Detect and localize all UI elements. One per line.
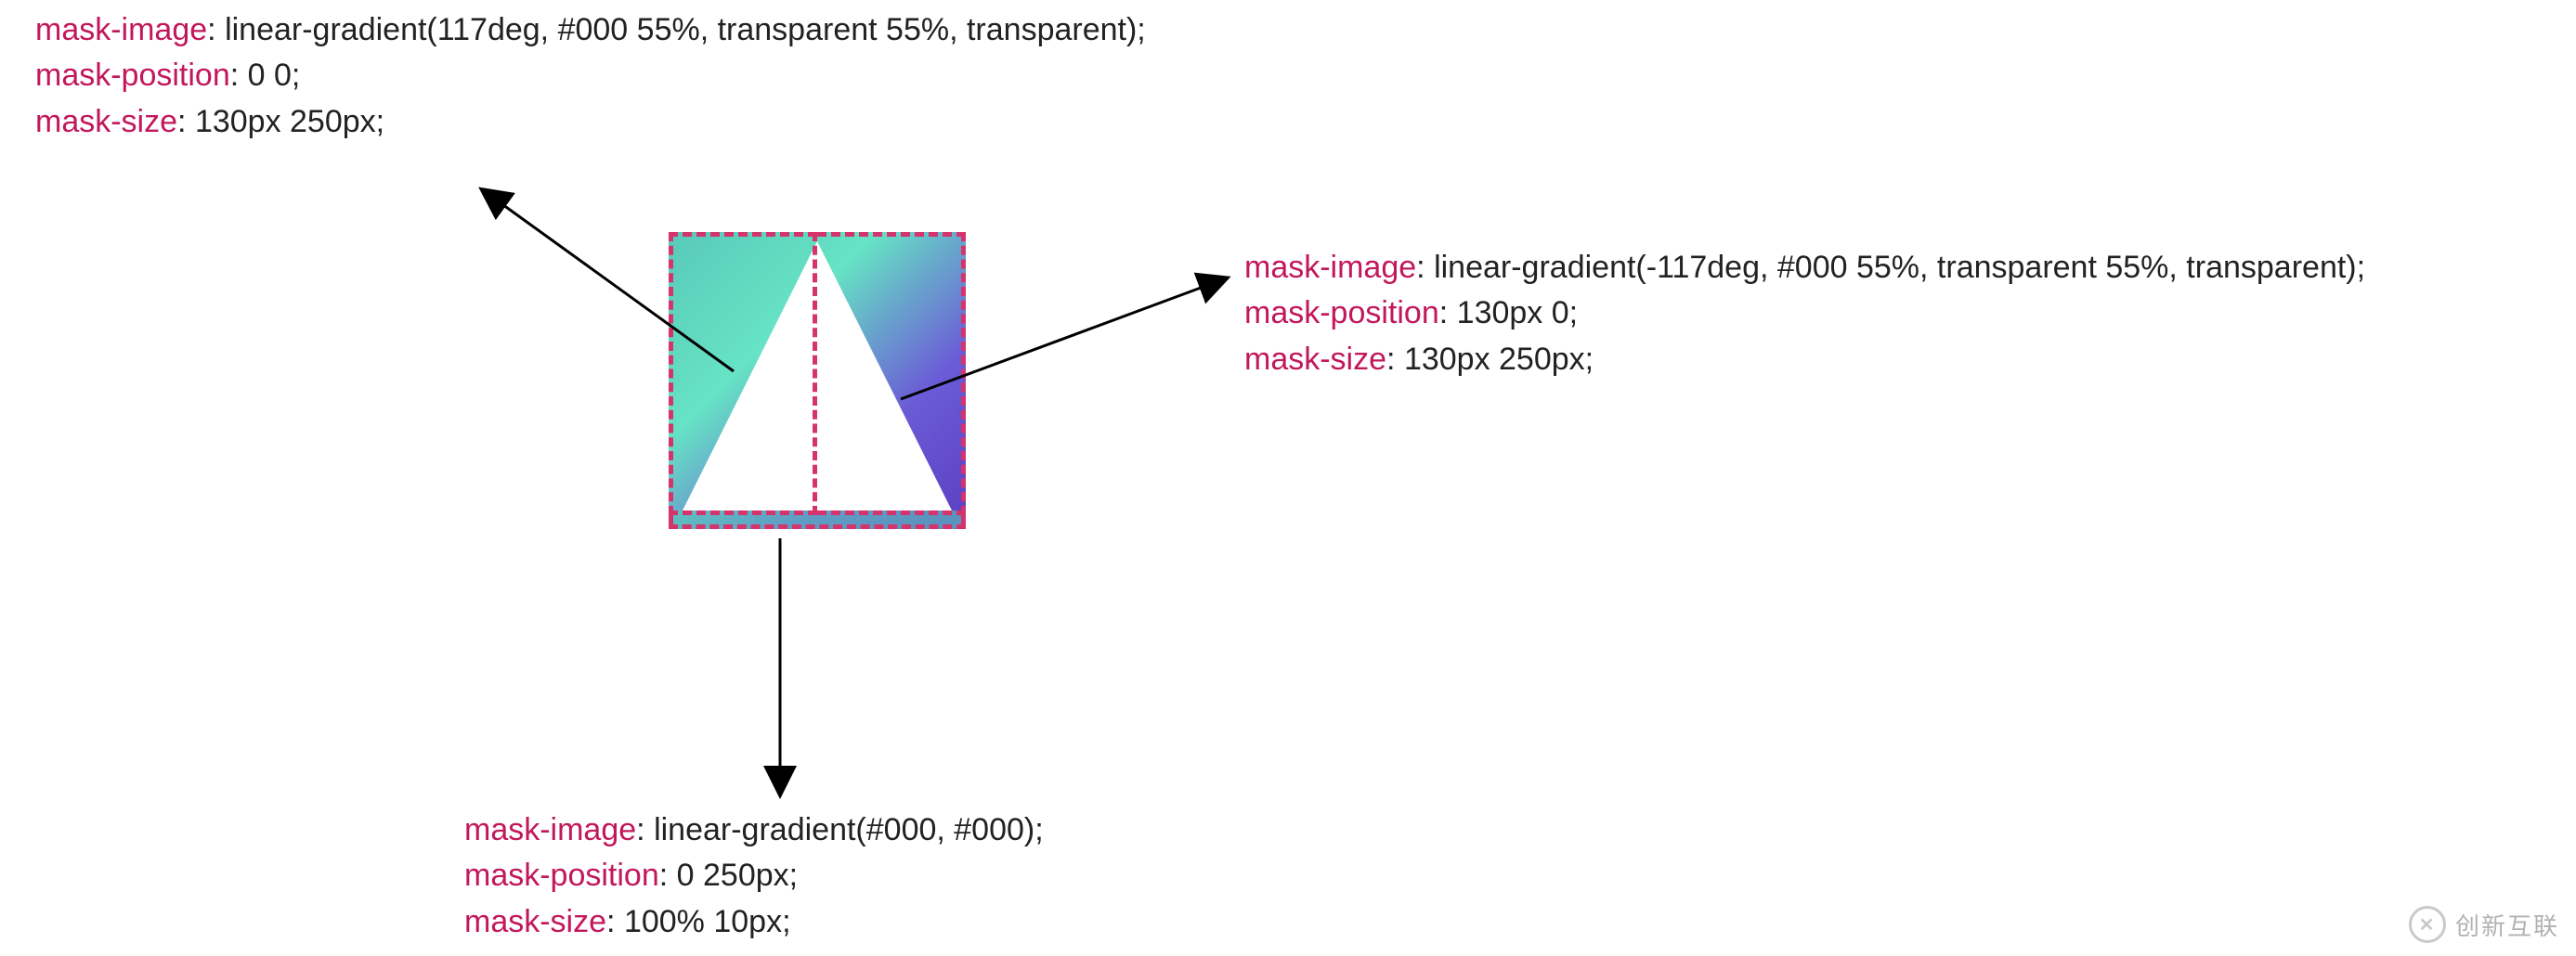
watermark-text: 创新互联 <box>2455 908 2559 942</box>
css-prop: mask-position <box>35 58 230 93</box>
watermark-logo-icon: ✕ <box>2409 906 2446 943</box>
mask-diagram-svg <box>669 232 966 529</box>
css-prop: mask-image <box>35 12 207 47</box>
css-prop: mask-image <box>1244 250 1416 285</box>
css-prop: mask-size <box>1244 342 1386 377</box>
css-prop: mask-image <box>464 812 636 847</box>
watermark: ✕ 创新互联 <box>2409 906 2559 943</box>
css-value: 130px 250px; <box>1404 342 1594 377</box>
css-value: 100% 10px; <box>624 904 791 939</box>
css-value: 130px 250px; <box>195 104 384 139</box>
css-value: linear-gradient(-117deg, #000 55%, trans… <box>1434 250 2365 285</box>
css-value: linear-gradient(#000, #000); <box>654 812 1044 847</box>
css-prop: mask-position <box>464 858 659 893</box>
mask-diagram <box>669 232 966 529</box>
css-block-bottom-lines: mask-image: linear-gradient(#000, #000);… <box>464 807 1051 945</box>
css-prop: mask-size <box>464 904 606 939</box>
css-prop: mask-position <box>1244 295 1439 330</box>
css-block-top-left: mask-image: linear-gradient(117deg, #000… <box>35 7 1146 145</box>
css-block-top-right: mask-image: linear-gradient(-117deg, #00… <box>1244 245 2365 382</box>
css-value: 0 0; <box>248 58 301 93</box>
css-value: 0 250px; <box>677 858 798 893</box>
css-value: 130px 0; <box>1457 295 1578 330</box>
css-prop: mask-size <box>35 104 177 139</box>
css-value: linear-gradient(117deg, #000 55%, transp… <box>225 12 1146 47</box>
